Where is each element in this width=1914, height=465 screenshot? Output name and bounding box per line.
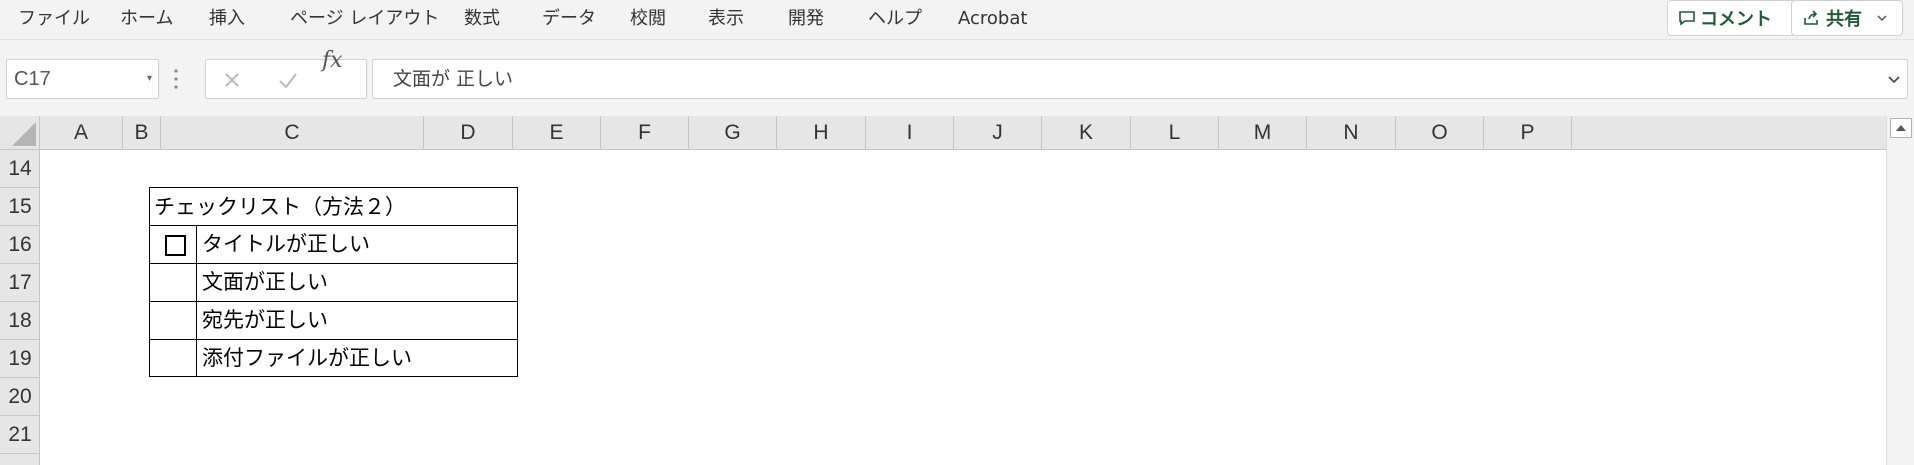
formula-input[interactable]: 文面が 正しい <box>372 59 1908 99</box>
checklist-item-4[interactable]: 添付ファイルが正しい <box>202 342 412 372</box>
checklist-divider <box>196 225 197 377</box>
tab-page-layout[interactable]: ページ レイアウト <box>290 0 439 40</box>
tab-view[interactable]: 表示 <box>708 0 744 40</box>
column-header-g[interactable]: G <box>689 116 777 150</box>
insert-function-icon[interactable]: fx <box>322 48 343 73</box>
checklist-divider <box>149 301 518 302</box>
row-header-21[interactable]: 21 <box>0 416 40 454</box>
name-box-value: C17 <box>14 68 51 90</box>
column-header-o[interactable]: O <box>1396 116 1484 150</box>
select-all-corner[interactable] <box>0 116 40 150</box>
checklist-title[interactable]: チェックリスト（方法２） <box>154 191 406 221</box>
vertical-scrollbar[interactable] <box>1886 116 1914 465</box>
row-header-19[interactable]: 19 <box>0 340 40 378</box>
tab-insert[interactable]: 挿入 <box>209 0 245 40</box>
chevron-down-icon[interactable] <box>1876 12 1888 24</box>
checklist-item-2[interactable]: 文面が正しい <box>202 266 328 296</box>
column-header-p[interactable]: P <box>1484 116 1572 150</box>
column-header-e[interactable]: E <box>513 116 601 150</box>
share-icon <box>1804 10 1818 25</box>
tab-review[interactable]: 校閲 <box>630 0 666 40</box>
tab-help[interactable]: ヘルプ <box>868 0 922 40</box>
checklist-divider <box>149 339 518 340</box>
share-label: 共有 <box>1826 9 1862 30</box>
tab-developer[interactable]: 開発 <box>788 0 824 40</box>
tab-acrobat[interactable]: Acrobat <box>958 0 1027 40</box>
checklist-item-1[interactable]: タイトルが正しい <box>202 228 370 258</box>
expand-formula-bar-icon[interactable] <box>1887 72 1901 86</box>
scroll-up-button[interactable] <box>1890 118 1912 138</box>
triangle-up-icon <box>1896 125 1906 131</box>
row-header-16[interactable]: 16 <box>0 226 40 264</box>
column-header-a[interactable]: A <box>40 116 123 150</box>
comment-label: コメント <box>1700 9 1772 30</box>
column-header-m[interactable]: M <box>1219 116 1307 150</box>
row-header-15[interactable]: 15 <box>0 188 40 226</box>
checklist-item-3[interactable]: 宛先が正しい <box>202 304 328 334</box>
tab-formulas[interactable]: 数式 <box>464 0 500 40</box>
column-header-n[interactable]: N <box>1307 116 1396 150</box>
column-header-b[interactable]: B <box>123 116 161 150</box>
more-options-icon[interactable] <box>172 66 180 92</box>
row-header-18[interactable]: 18 <box>0 302 40 340</box>
formula-value: 文面が 正しい <box>393 68 514 90</box>
row-header-column: 14 15 16 17 18 19 20 21 <box>0 150 40 465</box>
column-header-k[interactable]: K <box>1042 116 1131 150</box>
column-header-j[interactable]: J <box>954 116 1042 150</box>
column-header-i[interactable]: I <box>866 116 954 150</box>
column-header-h[interactable]: H <box>777 116 866 150</box>
column-header-f[interactable]: F <box>601 116 689 150</box>
tab-home[interactable]: ホーム <box>120 0 173 40</box>
comment-icon <box>1679 11 1695 26</box>
comment-button[interactable]: コメント <box>1667 0 1811 36</box>
column-header-c[interactable]: C <box>161 116 424 150</box>
row-header-14[interactable]: 14 <box>0 150 40 188</box>
column-header-row: A B C D E F G H I J K L M N O P <box>0 116 1914 150</box>
share-button[interactable]: 共有 <box>1791 0 1903 36</box>
checklist-divider <box>149 263 518 264</box>
name-box-dropdown-icon[interactable]: ▾ <box>147 60 152 98</box>
tab-data[interactable]: データ <box>542 0 596 40</box>
ribbon-tab-bar: ファイル ホーム 挿入 ページ レイアウト 数式 データ 校閲 表示 開発 ヘル… <box>0 0 1914 40</box>
name-box[interactable]: C17 ▾ <box>6 59 159 99</box>
tab-file[interactable]: ファイル <box>18 0 90 40</box>
column-header-d[interactable]: D <box>424 116 513 150</box>
formula-bar-row: C17 ▾ fx 文面が 正しい <box>0 40 1914 116</box>
select-all-triangle-icon <box>12 122 36 146</box>
row-header-17[interactable]: 17 <box>0 264 40 302</box>
checkbox-item-1[interactable] <box>165 235 186 256</box>
confirm-icon[interactable] <box>274 66 302 94</box>
row-header-20[interactable]: 20 <box>0 378 40 416</box>
cancel-icon[interactable] <box>218 66 246 94</box>
column-header-l[interactable]: L <box>1131 116 1219 150</box>
checklist-divider <box>149 225 518 226</box>
